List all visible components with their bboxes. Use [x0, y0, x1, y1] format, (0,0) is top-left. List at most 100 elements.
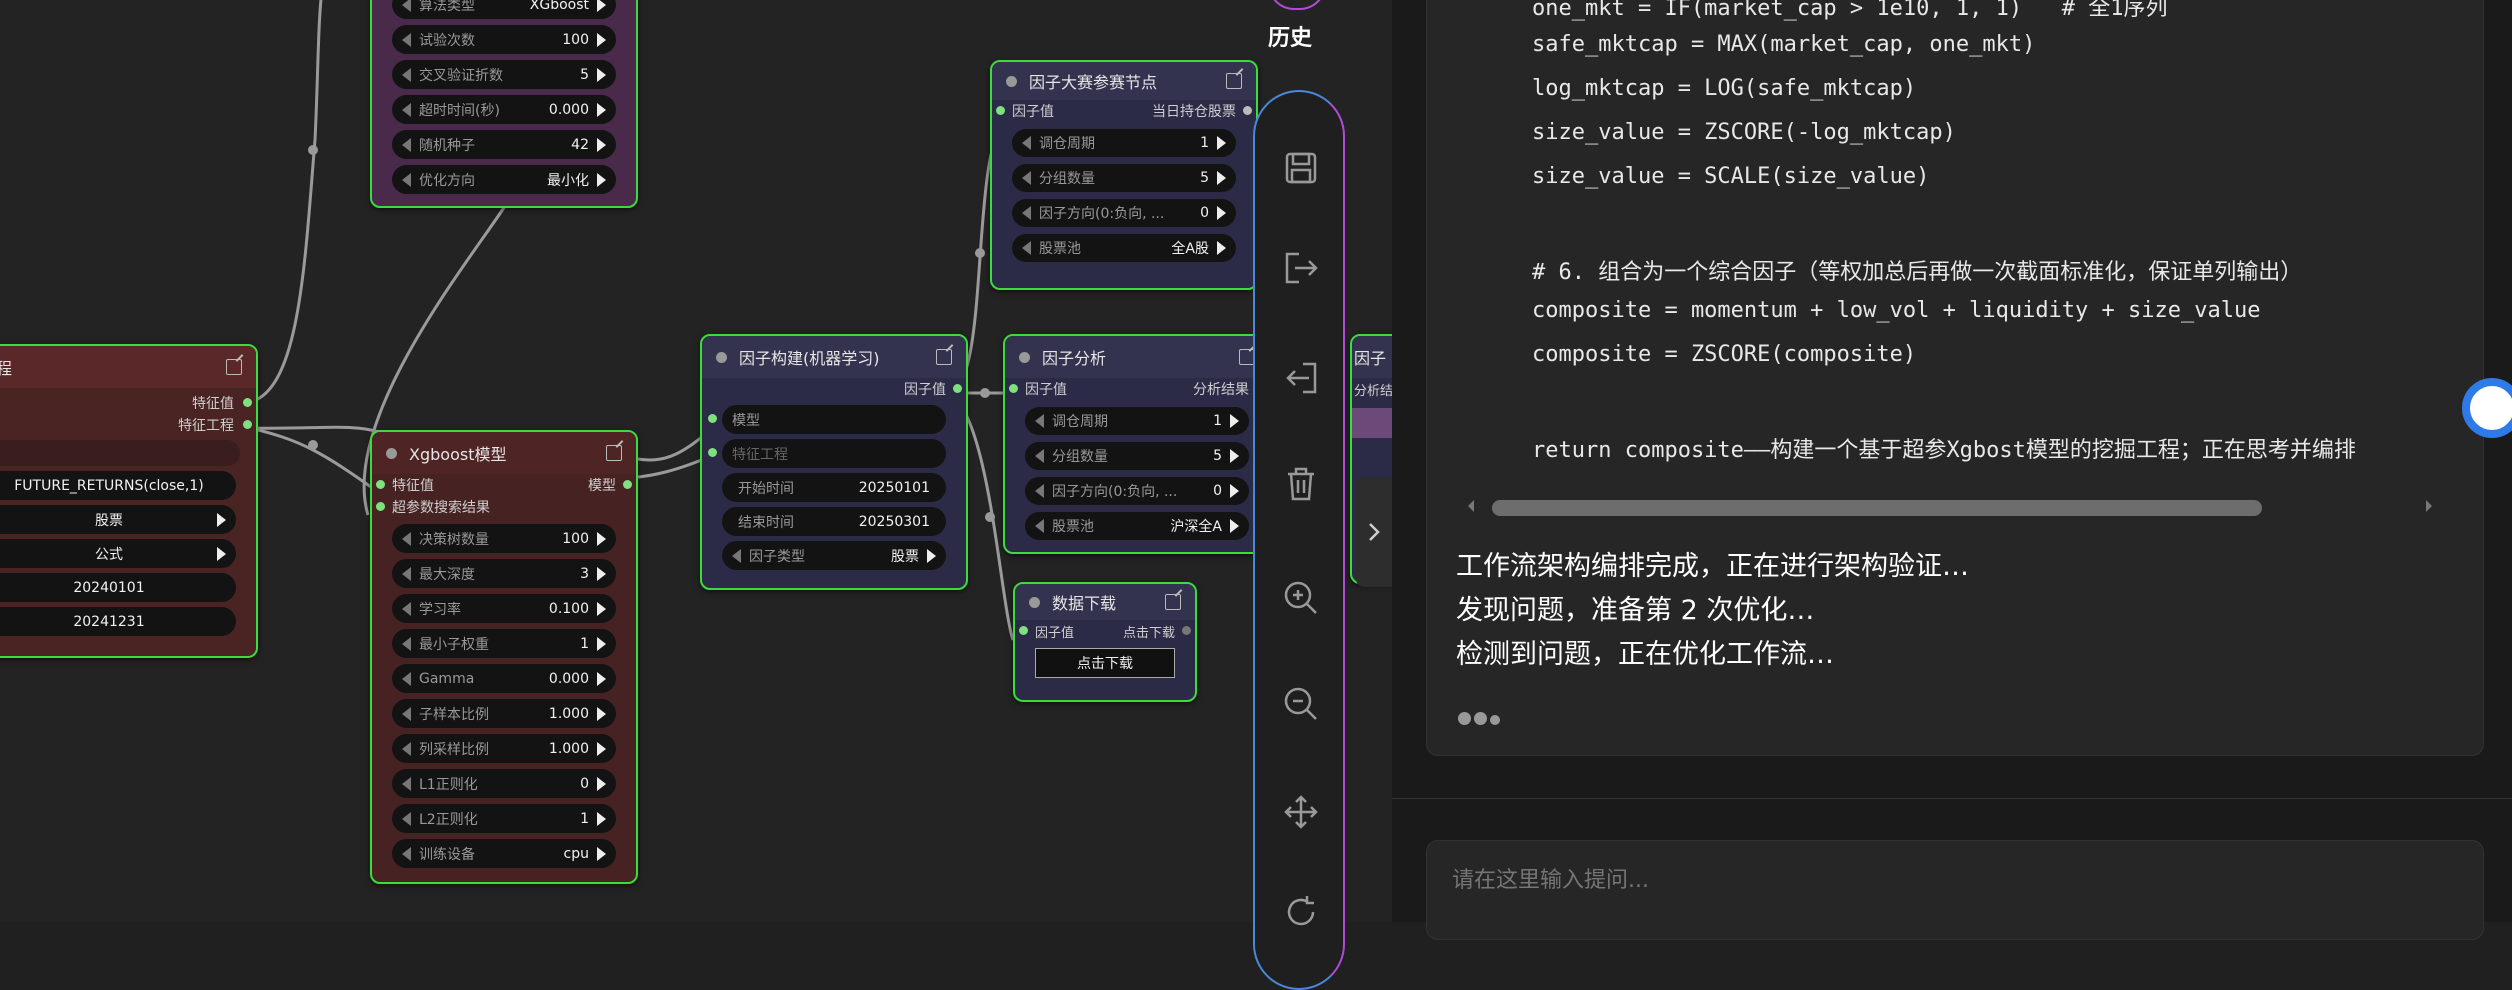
widget-row[interactable]: 分组数量 5 [1012, 164, 1236, 192]
arrow-left-icon[interactable] [402, 67, 411, 82]
factor-contest-node[interactable]: 因子大赛参赛节点 因子值 当日持仓股票 调仓周期 1 分组数量 5 因子方向(0:负向, … [990, 60, 1258, 290]
widget-start-date[interactable]: 20240101 [0, 573, 236, 602]
arrow-left-icon[interactable] [1035, 449, 1044, 463]
workflow-canvas[interactable]: 程 特征值 特征工程 FUTURE_RETURNS(close,1) 股票 公式… [0, 0, 1392, 922]
arrow-right-icon[interactable] [597, 741, 606, 756]
arrow-left-icon[interactable] [402, 636, 411, 651]
widget-row[interactable]: 超时时间(秒) 0.000 [392, 95, 616, 124]
arrow-left-icon[interactable] [402, 137, 411, 152]
widget-formula[interactable]: FUTURE_RETURNS(close,1) [0, 471, 236, 500]
arrow-left-icon[interactable] [1035, 484, 1044, 498]
arrow-left-icon[interactable] [402, 741, 411, 756]
widget-row[interactable]: 因子方向(0:负向, ... 0 [1025, 477, 1249, 505]
edit-icon[interactable] [936, 349, 952, 365]
port-row[interactable]: 因子值 分析结果 [1005, 378, 1269, 400]
arrow-right-icon[interactable] [597, 67, 606, 82]
arrow-left-icon[interactable] [1022, 136, 1031, 150]
widget-row[interactable]: L2正则化 1 [392, 804, 616, 833]
widget-row[interactable]: 分组数量 5 [1025, 442, 1249, 470]
widget-algorithm[interactable]: 算法类型 XGboost [392, 0, 616, 19]
factor-analysis-node[interactable]: 因子分析 因子值 分析结果 调仓周期 1 分组数量 5 因子方向(0:负向, ... 0 股票… [1003, 334, 1271, 554]
widget-row[interactable]: 子样本比例 1.000 [392, 699, 616, 728]
widget-row[interactable]: 随机种子 42 [392, 130, 616, 159]
widget-row[interactable]: 最大深度 3 [392, 559, 616, 588]
arrow-right-icon[interactable] [1230, 449, 1239, 463]
arrow-left-icon[interactable] [402, 846, 411, 861]
arrow-left-icon[interactable] [402, 706, 411, 721]
feature-engineering-node[interactable]: 程 特征值 特征工程 FUTURE_RETURNS(close,1) 股票 公式… [0, 344, 258, 658]
edit-icon[interactable] [1226, 73, 1242, 89]
widget-target-type[interactable]: 股票 [0, 505, 236, 534]
input-port[interactable] [376, 480, 385, 489]
arrow-left-icon[interactable] [402, 172, 411, 187]
widget-blank[interactable] [0, 440, 240, 466]
input-feature-engineering[interactable]: 特征工程 [708, 439, 946, 468]
port-row[interactable]: 超参数搜索结果 [372, 496, 636, 518]
arrow-left-icon[interactable] [402, 102, 411, 117]
arrow-left-icon[interactable] [732, 548, 741, 563]
output-port[interactable] [623, 480, 632, 489]
widget-row[interactable]: 优化方向 最小化 [392, 165, 616, 194]
widget-row[interactable]: 最小子权重 1 [392, 629, 616, 658]
prompt-input[interactable] [1452, 868, 2352, 893]
input-port[interactable] [376, 502, 385, 511]
input-port[interactable] [1019, 626, 1028, 635]
arrow-right-icon[interactable] [1230, 519, 1239, 533]
widget-mode[interactable]: 公式 [0, 539, 236, 568]
widget-end-date[interactable]: 20241231 [0, 607, 236, 636]
edit-icon[interactable] [606, 445, 622, 461]
output-feature-engineering[interactable]: 特征工程 [0, 414, 256, 436]
widget-row[interactable]: 因子方向(0:负向, ... 0 [1012, 199, 1236, 227]
arrow-left-icon[interactable] [1022, 241, 1031, 255]
zoom-out-icon[interactable] [1281, 684, 1321, 724]
input-port[interactable] [708, 414, 717, 423]
arrow-left-icon[interactable] [402, 811, 411, 826]
arrow-left-icon[interactable] [402, 0, 411, 12]
arrow-right-icon[interactable] [597, 811, 606, 826]
output-port[interactable] [1243, 106, 1252, 115]
download-button[interactable]: 点击下载 [1035, 648, 1175, 678]
widget-end-time[interactable]: 结束时间 20250301 [722, 507, 946, 536]
widget-row[interactable]: 股票池 沪深全A [1025, 512, 1249, 540]
widget-start-time[interactable]: 开始时间 20250101 [722, 473, 946, 502]
arrow-right-icon[interactable] [597, 846, 606, 861]
arrow-left-icon[interactable] [1035, 414, 1044, 428]
widget-row[interactable]: 列采样比例 1.000 [392, 734, 616, 763]
widget-row[interactable]: 股票池 全A股 [1012, 234, 1236, 262]
widget-row[interactable]: 交叉验证折数 5 [392, 60, 616, 89]
port-row[interactable]: 特征值 模型 [372, 474, 636, 496]
output-port[interactable] [953, 384, 962, 393]
hyperparam-search-node[interactable]: 算法类型 XGboost 试验次数 100 交叉验证折数 5 超时时间(秒) 0.000 随机… [370, 0, 638, 208]
refresh-icon[interactable] [1281, 892, 1321, 932]
widget-row[interactable]: 学习率 0.100 [392, 594, 616, 623]
export-icon[interactable] [1281, 248, 1321, 288]
input-port[interactable] [1009, 384, 1018, 393]
output-feature-value[interactable]: 特征值 [0, 392, 256, 414]
scrollbar-thumb[interactable] [1492, 500, 2262, 516]
arrow-right-icon[interactable] [1217, 241, 1226, 255]
arrow-right-icon[interactable] [597, 137, 606, 152]
widget-row[interactable]: 试验次数 100 [392, 25, 616, 54]
port-row[interactable]: 因子值 当日持仓股票 [992, 100, 1256, 122]
edit-icon[interactable] [226, 359, 242, 375]
widget-row[interactable]: Gamma 0.000 [392, 664, 616, 693]
arrow-right-icon[interactable] [1217, 136, 1226, 150]
arrow-left-icon[interactable] [402, 566, 411, 581]
arrow-left-icon[interactable] [402, 32, 411, 47]
arrow-right-icon[interactable] [597, 601, 606, 616]
data-download-node[interactable]: 数据下载 因子值 点击下载 点击下载 [1013, 582, 1197, 702]
widget-row[interactable]: 调仓周期 1 [1025, 407, 1249, 435]
expand-panel-button[interactable] [1356, 477, 1392, 587]
arrow-right-icon[interactable] [597, 671, 606, 686]
widget-row[interactable]: L1正则化 0 [392, 769, 616, 798]
arrow-right-icon[interactable] [597, 776, 606, 791]
arrow-right-icon[interactable] [927, 548, 936, 563]
move-icon[interactable] [1281, 792, 1321, 832]
output-port[interactable] [243, 420, 252, 429]
arrow-right-icon[interactable] [217, 512, 226, 527]
arrow-right-icon[interactable] [597, 32, 606, 47]
port-row[interactable]: 分析结 [1352, 378, 1392, 400]
input-port[interactable] [708, 448, 717, 457]
widget-row[interactable]: 训练设备 cpu [392, 839, 616, 868]
arrow-right-icon[interactable] [217, 546, 226, 561]
